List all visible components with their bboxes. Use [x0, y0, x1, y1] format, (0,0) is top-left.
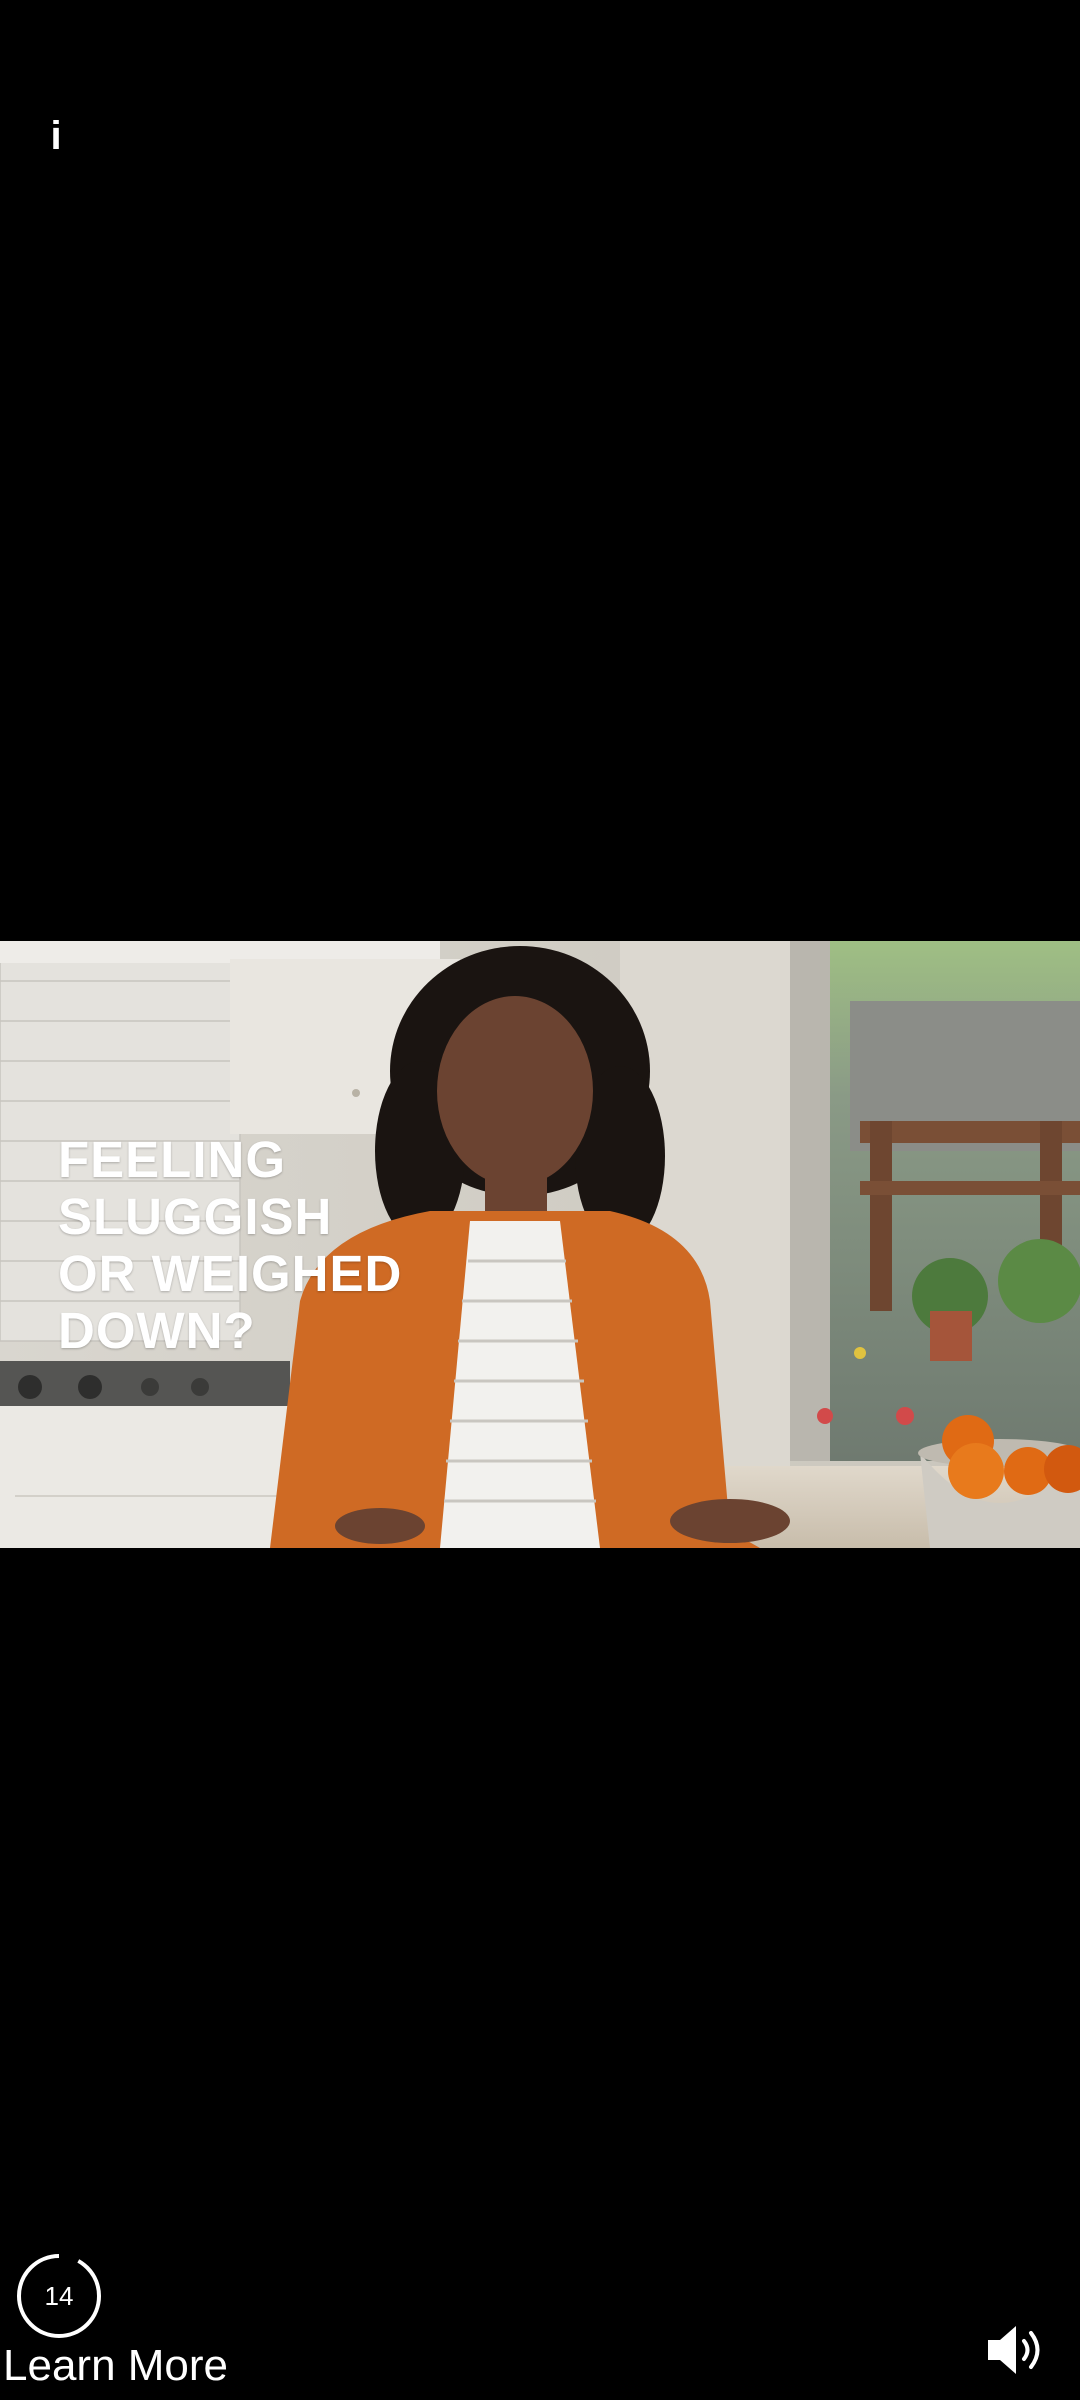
volume-icon[interactable]	[984, 2322, 1052, 2378]
info-icon[interactable]: i	[36, 108, 76, 164]
learn-more-button[interactable]: Learn More	[3, 2340, 228, 2392]
countdown-timer: 14	[15, 2252, 103, 2340]
video-ad-screen: i FEELING SLUGGISH OR WEIGHED DOWN? 14 L…	[0, 0, 1080, 2400]
speaker-icon	[988, 2326, 1040, 2374]
video-caption: FEELING SLUGGISH OR WEIGHED DOWN?	[58, 1131, 403, 1359]
countdown-seconds: 14	[44, 2280, 74, 2311]
video-player[interactable]: FEELING SLUGGISH OR WEIGHED DOWN?	[0, 941, 1080, 1548]
